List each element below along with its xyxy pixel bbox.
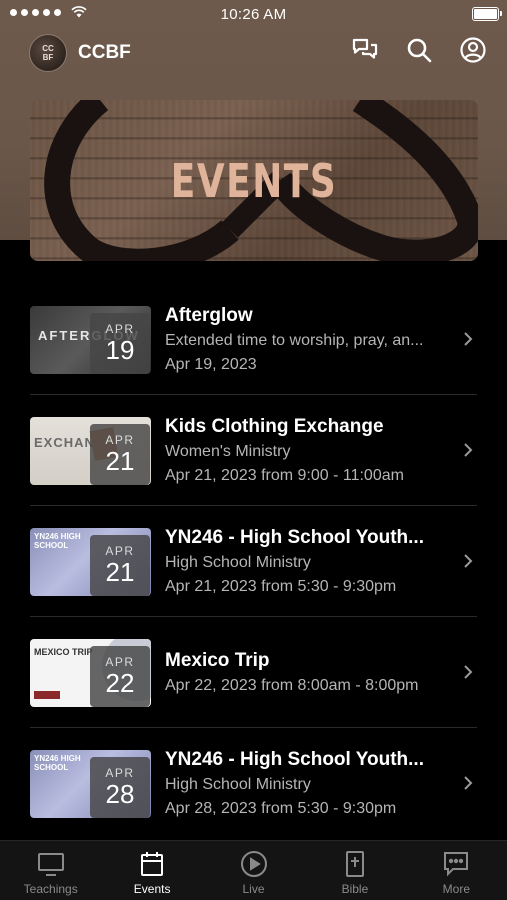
event-date: Apr 21, 2023 from 5:30 - 9:30pm: [165, 578, 397, 595]
list-item[interactable]: EXCHANGE APR 21 Kids Clothing Exchange W…: [0, 395, 507, 506]
wifi-icon: [71, 6, 87, 18]
tab-bible[interactable]: Bible: [304, 841, 405, 900]
list-item[interactable]: MEXICO TRIP APR 22 Mexico Trip Apr 22, 2…: [0, 617, 507, 728]
chevron-right-icon: [464, 665, 473, 679]
status-time: 10:26 AM: [220, 5, 287, 23]
event-subtitle: Apr 22, 2023 from 8:00am - 8:00pm: [165, 677, 419, 694]
date-day: 21: [105, 446, 135, 476]
event-title: YN246 - High School Youth...: [165, 527, 424, 548]
search-icon[interactable]: [405, 36, 433, 64]
profile-icon[interactable]: [459, 36, 487, 64]
more-icon: [444, 852, 469, 877]
date-badge: APR 21: [90, 535, 150, 596]
event-title: Afterglow: [165, 305, 253, 326]
church-logo[interactable]: CC BF: [29, 34, 67, 72]
chevron-right-icon: [464, 776, 473, 790]
date-badge: APR 19: [90, 313, 150, 374]
battery-icon: [472, 7, 502, 21]
event-list: AFTERGLOW APR 19 Afterglow Extended time…: [0, 284, 507, 839]
date-day: 22: [105, 668, 135, 698]
date-badge: APR 22: [90, 646, 150, 707]
tab-events[interactable]: Events: [101, 841, 202, 900]
thumbnail-caption: MEXICO TRIP: [34, 647, 93, 657]
tab-more[interactable]: More: [406, 841, 507, 900]
tab-live[interactable]: Live: [203, 841, 304, 900]
date-day: 19: [105, 335, 135, 365]
app-title: CCBF: [78, 42, 131, 63]
chevron-right-icon: [464, 443, 473, 457]
status-bar: 10:26 AM: [0, 0, 507, 28]
banner-title: EVENTS: [170, 154, 338, 208]
signal-strength: [10, 6, 87, 18]
event-title: Mexico Trip: [165, 650, 270, 671]
event-subtitle: Women's Ministry: [165, 443, 291, 460]
event-title: YN246 - High School Youth...: [165, 749, 424, 770]
event-subtitle: High School Ministry: [165, 554, 311, 571]
tab-label: Bible: [341, 882, 369, 896]
chat-icon[interactable]: [351, 36, 379, 64]
play-icon: [240, 851, 267, 877]
tab-label: More: [442, 882, 470, 896]
app-header: CC BF CCBF: [0, 30, 507, 76]
chevron-right-icon: [464, 332, 473, 346]
events-banner: EVENTS: [30, 100, 478, 261]
date-day: 21: [105, 557, 135, 587]
calendar-icon: [141, 852, 164, 876]
event-subtitle: High School Ministry: [165, 776, 311, 793]
tab-label: Live: [242, 882, 265, 896]
tab-teachings[interactable]: Teachings: [0, 841, 101, 900]
event-date: Apr 19, 2023: [165, 356, 257, 373]
event-date: Apr 21, 2023 from 9:00 - 11:00am: [165, 467, 404, 484]
tab-label: Events: [133, 882, 171, 896]
date-day: 28: [105, 779, 135, 809]
event-title: Kids Clothing Exchange: [165, 416, 384, 437]
list-item[interactable]: YN246 HIGH SCHOOL APR 21 YN246 - High Sc…: [0, 506, 507, 617]
date-badge: APR 28: [90, 757, 150, 818]
tab-label: Teachings: [23, 882, 78, 896]
bible-icon: [345, 851, 364, 877]
tab-bar: Teachings Events Live Bible More: [0, 840, 507, 900]
event-date: Apr 28, 2023 from 5:30 - 9:30pm: [165, 800, 397, 817]
chevron-right-icon: [464, 554, 473, 568]
list-item[interactable]: YN246 HIGH SCHOOL APR 28 YN246 - High Sc…: [0, 728, 507, 839]
date-badge: APR 21: [90, 424, 150, 485]
event-subtitle: Extended time to worship, pray, an...: [165, 332, 424, 349]
tv-icon: [37, 853, 64, 876]
list-item[interactable]: AFTERGLOW APR 19 Afterglow Extended time…: [0, 284, 507, 395]
